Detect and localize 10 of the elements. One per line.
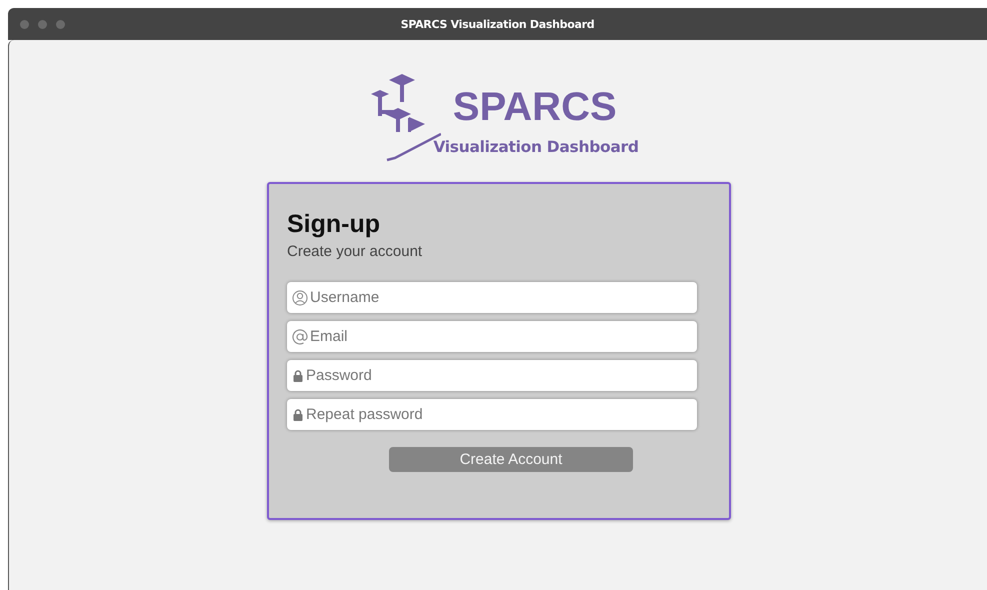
input-field[interactable]: Password: [287, 360, 697, 391]
input-field[interactable]: Email: [287, 321, 697, 352]
input-field[interactable]: Username: [287, 282, 697, 313]
window-title: SPARCS Visualization Dashboard: [400, 18, 594, 30]
logo-subtitle: Visualization Dashboard: [433, 138, 639, 156]
logo-title: SPARCS: [452, 87, 617, 127]
form-title: Sign-up: [287, 210, 382, 239]
input-field[interactable]: Repeat password: [287, 399, 697, 430]
form-subtitle: Create your account: [287, 243, 424, 260]
create-account-button[interactable]: Create Account: [389, 447, 633, 472]
